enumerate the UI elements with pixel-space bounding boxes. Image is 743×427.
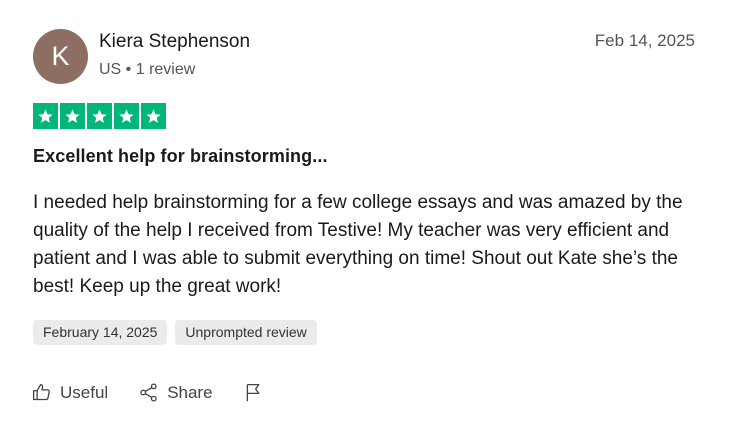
star-icon xyxy=(141,103,166,129)
share-icon xyxy=(140,383,157,402)
review-actions: Useful Share xyxy=(31,382,294,403)
share-label: Share xyxy=(167,382,213,402)
share-button[interactable]: Share xyxy=(138,382,213,403)
review-tags: February 14, 2025 Unprompted review xyxy=(33,320,317,345)
unprompted-review-tag[interactable]: Unprompted review xyxy=(175,320,317,345)
report-button[interactable] xyxy=(243,382,264,403)
thumbs-up-icon xyxy=(32,383,50,401)
star-icon xyxy=(33,103,58,129)
star-rating xyxy=(33,103,166,129)
date-tag: February 14, 2025 xyxy=(33,320,168,345)
reviewer-name[interactable]: Kiera Stephenson xyxy=(99,31,250,53)
flag-icon xyxy=(246,383,259,402)
avatar[interactable]: K xyxy=(33,29,88,84)
star-icon xyxy=(60,103,85,129)
review-card: K Kiera Stephenson US • 1 review Feb 14,… xyxy=(0,0,743,427)
star-icon xyxy=(114,103,139,129)
star-icon xyxy=(87,103,112,129)
useful-label: Useful xyxy=(60,382,109,402)
useful-button[interactable]: Useful xyxy=(31,382,108,403)
reviewer-meta: US • 1 review xyxy=(99,61,196,78)
review-body: I needed help brainstorming for a few co… xyxy=(33,192,683,297)
review-date: Feb 14, 2025 xyxy=(594,31,695,50)
review-title[interactable]: Excellent help for brainstorming... xyxy=(33,146,328,167)
